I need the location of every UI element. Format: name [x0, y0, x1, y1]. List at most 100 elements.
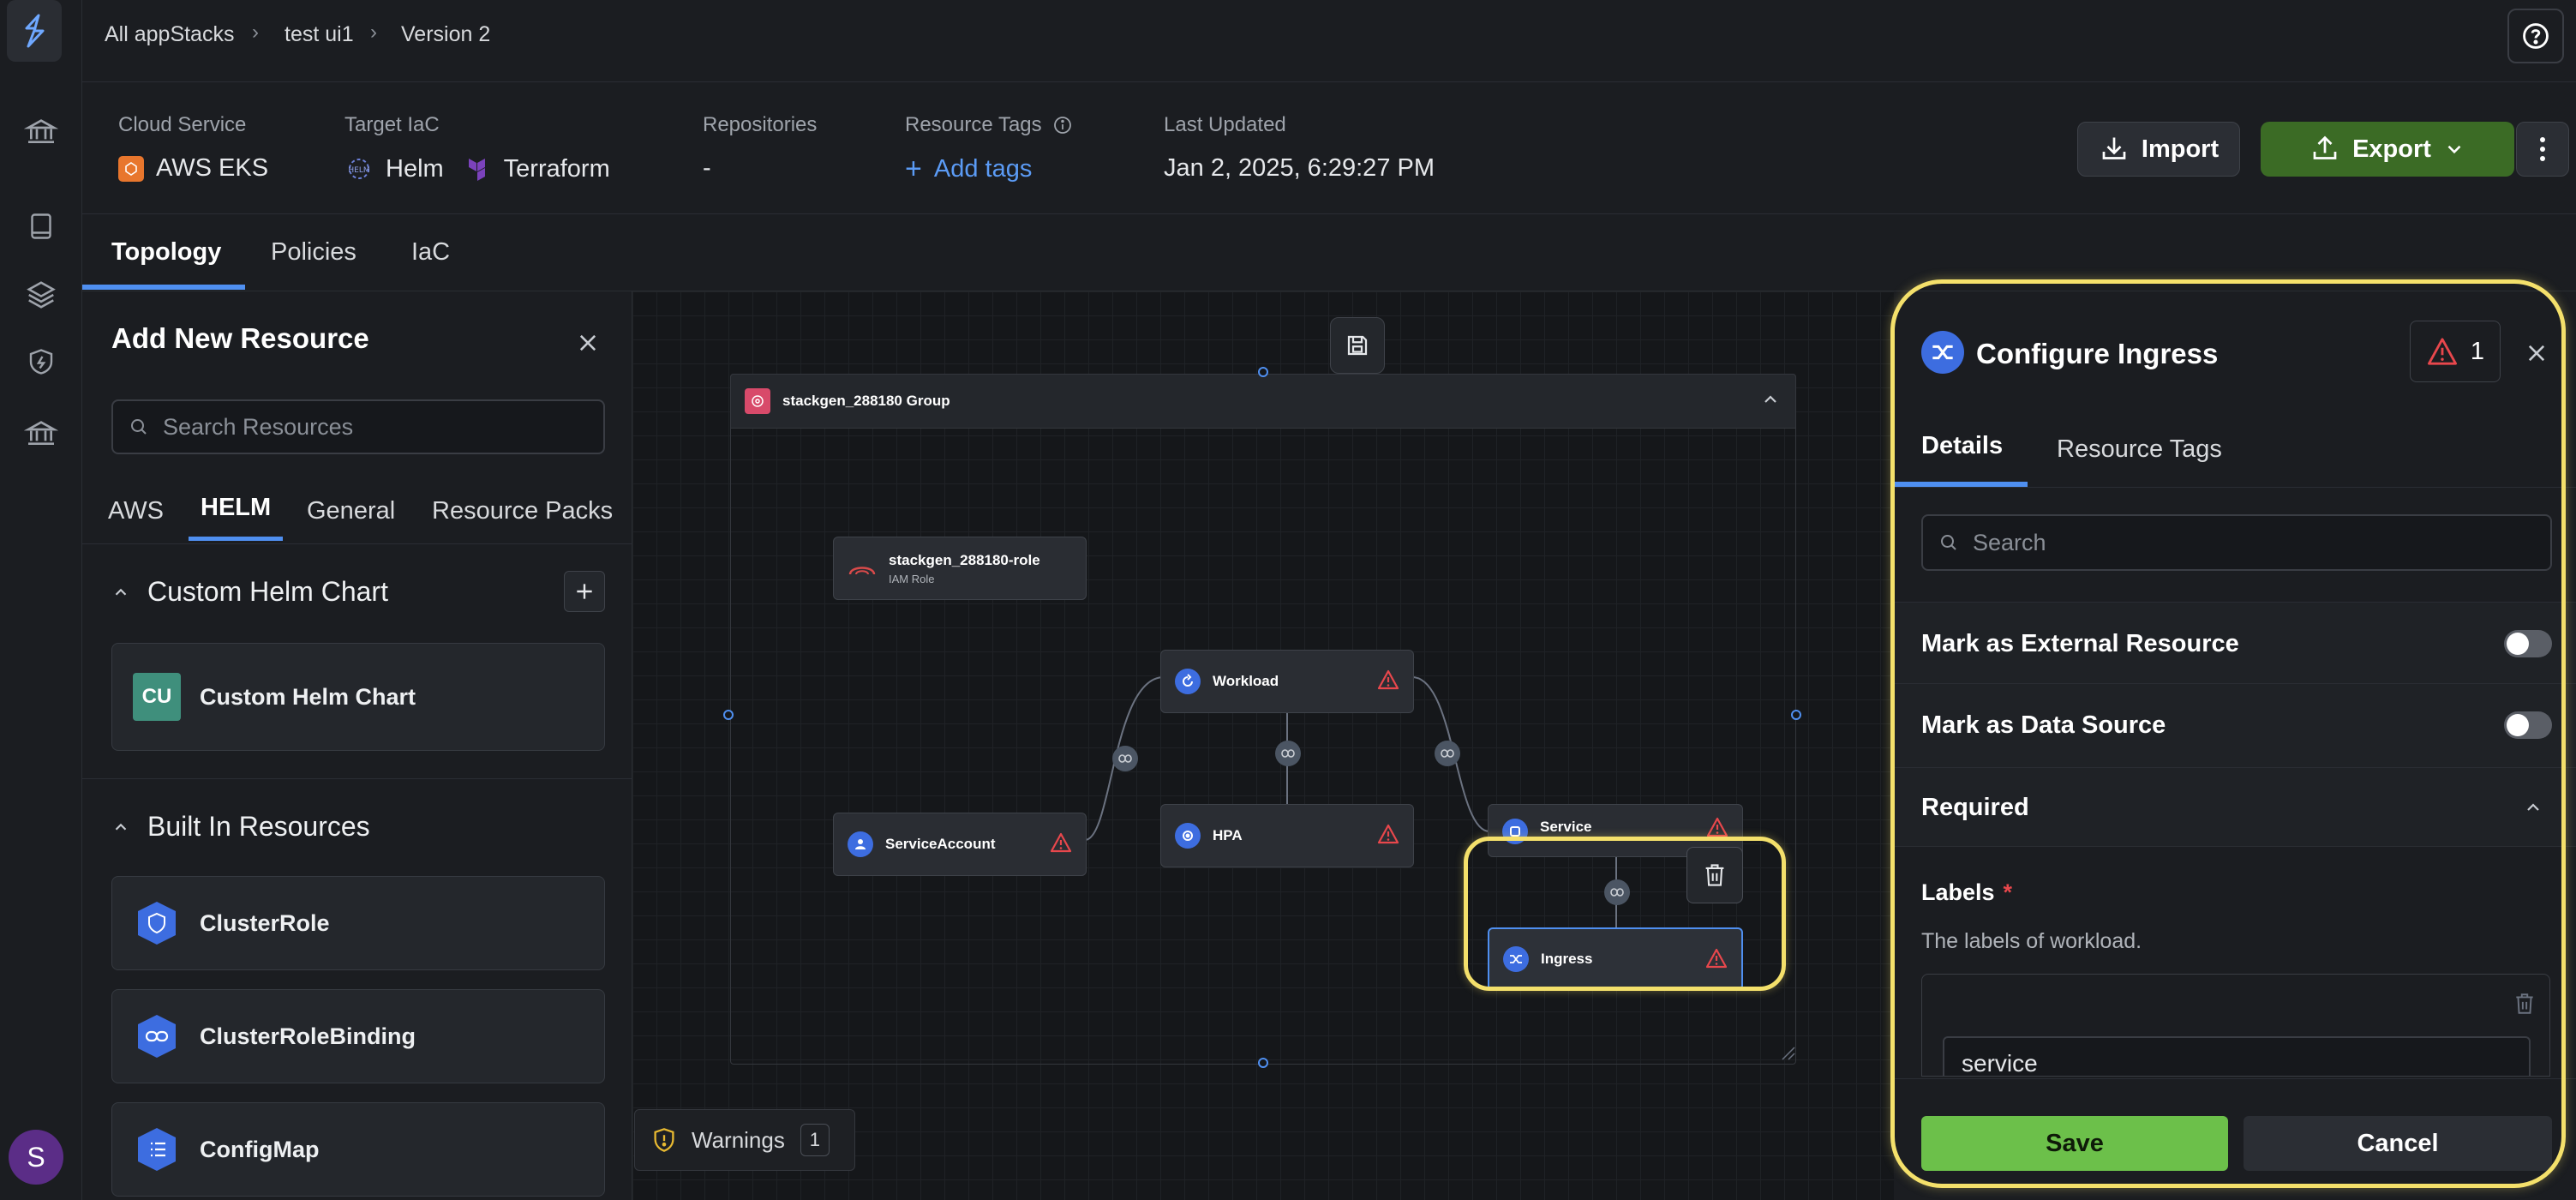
panel-title: Add New Resource: [111, 322, 369, 354]
hpa-label: HPA: [1213, 827, 1243, 843]
tab-iac[interactable]: IaC: [411, 238, 450, 267]
target-iac-label: Target IaC: [344, 113, 440, 136]
target-iac-values: HELM Helm Terraform: [344, 154, 610, 183]
delete-node-button[interactable]: [1686, 847, 1743, 903]
close-configure-button[interactable]: [2519, 336, 2554, 370]
warning-icon: [1706, 817, 1728, 837]
add-tags-link[interactable]: + Add tags: [905, 154, 1032, 183]
link-icon[interactable]: [1435, 741, 1460, 766]
link-icon[interactable]: [1112, 746, 1138, 771]
mark-external-row: Mark as External Resource: [1894, 602, 2576, 684]
tab-general[interactable]: General: [307, 497, 395, 525]
cancel-button[interactable]: Cancel: [2244, 1116, 2552, 1171]
more-options-button[interactable]: [2516, 122, 2569, 177]
iam-role-icon: [848, 567, 876, 575]
label-value-input[interactable]: service: [1943, 1036, 2531, 1076]
user-avatar[interactable]: S: [9, 1130, 63, 1185]
tab-resource-packs[interactable]: Resource Packs: [432, 497, 613, 525]
cloud-service-text: AWS EKS: [156, 154, 269, 182]
import-label: Import: [2141, 135, 2220, 163]
warnings-button[interactable]: Warnings 1: [634, 1109, 855, 1171]
ingress-icon: [1503, 946, 1529, 972]
divider: [82, 778, 632, 779]
k8s-list-icon: [133, 1125, 181, 1173]
last-updated-label: Last Updated: [1164, 113, 1286, 136]
mark-datasource-toggle[interactable]: [2504, 711, 2552, 739]
repositories-value: -: [703, 154, 711, 182]
serviceaccount-label: ServiceAccount: [885, 836, 996, 852]
warning-icon: [1705, 948, 1728, 969]
config-search-input[interactable]: Search: [1921, 514, 2552, 571]
tab-aws[interactable]: AWS: [108, 497, 164, 525]
builtin-section-header[interactable]: Built In Resources: [111, 811, 370, 843]
svg-text:HELM: HELM: [348, 166, 369, 175]
configure-title: Configure Ingress: [1976, 338, 2219, 369]
tab-details[interactable]: Details: [1921, 432, 2003, 460]
breadcrumb-all-appstacks[interactable]: All appStacks: [105, 22, 234, 47]
breadcrumb-version[interactable]: Version 2: [401, 22, 490, 47]
custom-helm-section-header[interactable]: Custom Helm Chart: [111, 576, 388, 608]
node-iam-role[interactable]: stackgen_288180-role IAM Role: [833, 537, 1087, 600]
warning-icon: [2427, 338, 2457, 365]
resource-item-clusterrolebinding[interactable]: ClusterRoleBinding: [111, 989, 605, 1083]
plus-icon: [577, 584, 592, 599]
node-workload[interactable]: Workload: [1160, 650, 1414, 713]
tab-helm[interactable]: HELM: [201, 494, 271, 522]
builtin-section-title: Built In Resources: [147, 811, 370, 842]
repositories-label: Repositories: [703, 113, 818, 136]
required-section-header[interactable]: Required: [1894, 768, 2576, 847]
custom-chart-label: Custom Helm Chart: [200, 683, 416, 710]
configure-ingress-panel: Configure Ingress 1 Details Resource Tag…: [1894, 291, 2576, 1200]
iam-role-name: stackgen_288180-role: [889, 551, 1040, 568]
link-icon[interactable]: [1604, 879, 1630, 905]
tab-topology[interactable]: Topology: [111, 238, 221, 267]
save-button[interactable]: Save: [1921, 1116, 2228, 1171]
resource-item-clusterrole[interactable]: ClusterRole: [111, 876, 605, 970]
book-icon[interactable]: [21, 206, 62, 247]
k8s-link-icon: [133, 1012, 181, 1060]
tab-policies[interactable]: Policies: [271, 238, 356, 267]
nav-rail: S: [0, 0, 82, 1200]
kebab-icon: [2540, 137, 2545, 161]
breadcrumb-test-ui1[interactable]: test ui1: [285, 22, 354, 47]
node-ingress[interactable]: Ingress: [1488, 927, 1743, 991]
connector-lines: [1084, 676, 1617, 931]
stackgen-logo[interactable]: [7, 0, 62, 62]
export-button[interactable]: Export: [2261, 122, 2514, 177]
layers-icon[interactable]: [21, 274, 62, 315]
mark-datasource-label: Mark as Data Source: [1921, 711, 2166, 739]
warning-count: 1: [2470, 337, 2485, 365]
search-icon: [131, 419, 147, 435]
custom-helm-chart-card[interactable]: CU Custom Helm Chart: [111, 643, 605, 751]
node-hpa[interactable]: HPA: [1160, 804, 1414, 867]
import-button[interactable]: Import: [2077, 122, 2240, 177]
node-serviceaccount[interactable]: ServiceAccount: [833, 813, 1087, 876]
helm-text: Helm: [386, 154, 444, 183]
close-panel-button[interactable]: [571, 326, 605, 360]
divider: [1894, 487, 2576, 488]
search-resources-input[interactable]: Search Resources: [111, 399, 605, 454]
close-icon: [579, 334, 596, 351]
add-resource-panel: Add New Resource Search Resources AWS HE…: [82, 291, 632, 1200]
bank-icon-2[interactable]: [21, 413, 62, 454]
upload-icon: [2313, 135, 2337, 159]
iam-role-type: IAM Role: [889, 572, 935, 585]
terraform-text: Terraform: [503, 154, 610, 183]
add-custom-chart-button[interactable]: [564, 571, 605, 612]
link-icon[interactable]: [1275, 741, 1301, 766]
resource-item-configmap[interactable]: ConfigMap: [111, 1102, 605, 1197]
logo-icon: [25, 14, 45, 48]
cloud-service-value: AWS EKS: [118, 154, 268, 183]
mark-external-toggle[interactable]: [2504, 630, 2552, 657]
warning-count-button[interactable]: 1: [2410, 321, 2501, 382]
topology-canvas[interactable]: stackgen_288180 Group stackgen_288180-ro…: [632, 291, 1894, 1200]
shield-warning-icon: [654, 1128, 674, 1152]
help-button[interactable]: [2507, 9, 2564, 63]
tab-resource-tags[interactable]: Resource Tags: [2057, 435, 2222, 464]
chevron-up-icon: [115, 823, 127, 831]
top-bar: All appStacks › test ui1 › Version 2: [82, 0, 2576, 82]
workload-label: Workload: [1213, 673, 1279, 689]
bank-icon[interactable]: [21, 111, 62, 153]
shield-icon[interactable]: [21, 341, 62, 382]
resize-corner-icon[interactable]: [1781, 1046, 1796, 1061]
